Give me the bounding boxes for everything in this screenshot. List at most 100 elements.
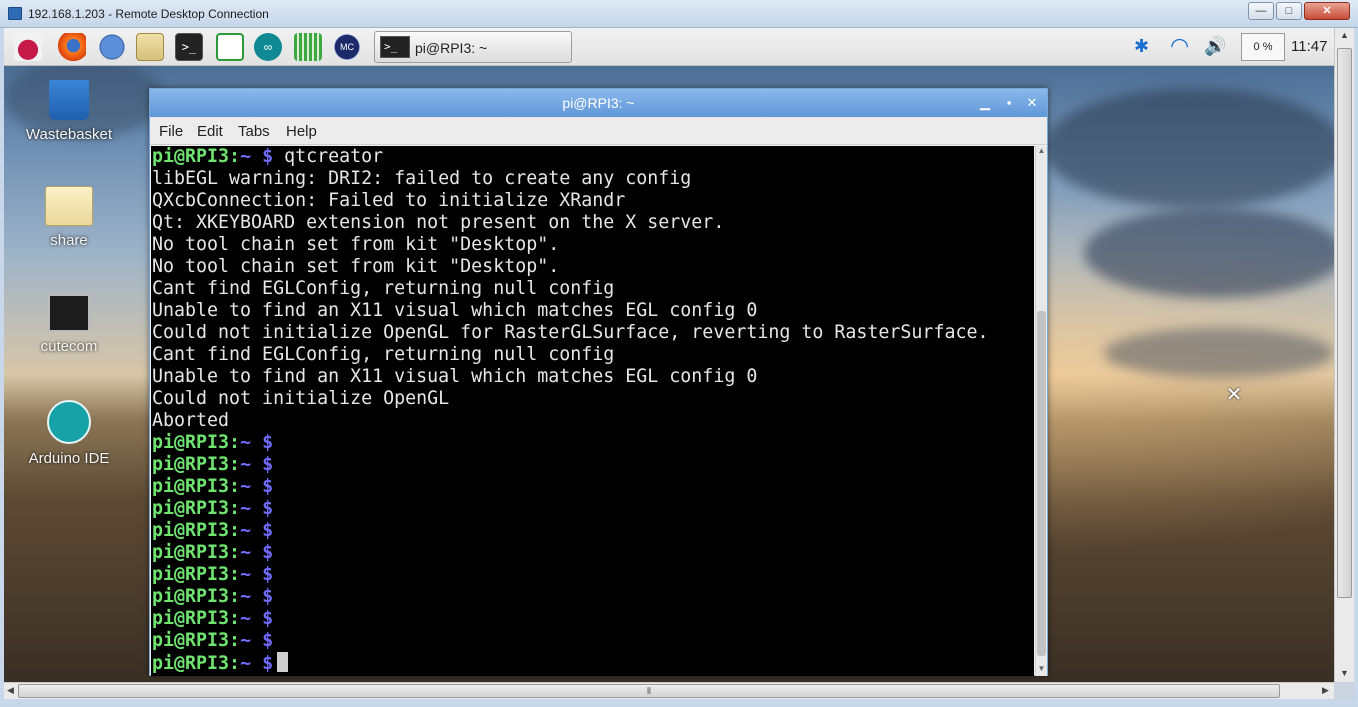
terminal-icon: >_ bbox=[380, 36, 410, 58]
prompt-path: ~ $ bbox=[240, 146, 274, 167]
desktop-icon-wastebasket[interactable]: Wastebasket bbox=[14, 80, 124, 143]
rdp-frame bbox=[0, 28, 4, 699]
terminal-output-line: Qt: XKEYBOARD extension not present on t… bbox=[152, 212, 725, 233]
rdp-minimize-button[interactable]: — bbox=[1248, 2, 1274, 20]
scroll-up-icon[interactable]: ▲ bbox=[1340, 30, 1349, 40]
prompt-user: pi@RPI3 bbox=[152, 653, 230, 674]
prompt-user: pi@RPI3 bbox=[152, 432, 230, 453]
terminal-prompt-line: pi@RPI3:~ $ bbox=[152, 630, 1034, 652]
terminal-output-line: No tool chain set from kit "Desktop". bbox=[152, 234, 560, 255]
terminal-prompt-line: pi@RPI3:~ $ bbox=[152, 454, 1034, 476]
desktop-icon-label: Arduino IDE bbox=[28, 450, 110, 467]
taskbar-task-terminal[interactable]: >_ pi@RPI3: ~ bbox=[374, 31, 572, 63]
prompt-path: ~ $ bbox=[240, 564, 274, 585]
terminal-output-line: Aborted bbox=[152, 410, 230, 431]
terminal-prompt-line: pi@RPI3:~ $ bbox=[152, 432, 1034, 454]
prompt-user: pi@RPI3 bbox=[152, 454, 230, 475]
rdp-titlebar: 192.168.1.203 - Remote Desktop Connectio… bbox=[0, 0, 1358, 28]
rdp-maximize-button[interactable]: □ bbox=[1276, 2, 1302, 20]
web-browser-icon[interactable] bbox=[98, 33, 126, 61]
scroll-right-icon[interactable]: ▶ bbox=[1322, 685, 1329, 696]
terminal-minimize-button[interactable]: ▁ bbox=[976, 94, 994, 112]
rdp-close-button[interactable]: ✕ bbox=[1304, 2, 1350, 20]
prompt-path: ~ $ bbox=[240, 454, 274, 475]
scroll-up-icon[interactable]: ▲ bbox=[1036, 146, 1047, 158]
prompt-separator: : bbox=[229, 608, 241, 629]
terminal-output-line: Could not initialize OpenGL bbox=[152, 388, 450, 409]
task-label: pi@RPI3: ~ bbox=[415, 40, 488, 56]
spreadsheet-icon[interactable] bbox=[216, 33, 244, 61]
desktop-icon-share[interactable]: share bbox=[14, 186, 124, 249]
raspberry-menu-icon[interactable] bbox=[14, 33, 42, 61]
arduino-icon[interactable]: ∞ bbox=[254, 33, 282, 61]
mc-icon[interactable]: MC bbox=[333, 33, 361, 61]
prompt-user: pi@RPI3 bbox=[152, 542, 230, 563]
prompt-user: pi@RPI3 bbox=[152, 146, 230, 167]
prompt-path: ~ $ bbox=[240, 520, 274, 541]
wifi-icon[interactable]: ◠ bbox=[1170, 34, 1189, 58]
scroll-down-icon[interactable]: ▼ bbox=[1036, 664, 1047, 676]
terminal-close-button[interactable]: ✕ bbox=[1023, 94, 1041, 112]
file-manager-icon[interactable] bbox=[136, 33, 164, 61]
mouse-cursor-icon: ✕ bbox=[1225, 384, 1243, 406]
equalizer-icon[interactable] bbox=[294, 33, 322, 61]
terminal-titlebar[interactable]: pi@RPI3: ~ ▁ ▪ ✕ bbox=[150, 89, 1047, 117]
desktop-icon-label: share bbox=[50, 232, 88, 249]
menu-edit[interactable]: Edit bbox=[197, 123, 223, 140]
prompt-separator: : bbox=[229, 498, 241, 519]
terminal-output-line: libEGL warning: DRI2: failed to create a… bbox=[152, 168, 692, 189]
prompt-path: ~ $ bbox=[240, 653, 274, 674]
prompt-user: pi@RPI3 bbox=[152, 586, 230, 607]
volume-icon[interactable]: 🔊 bbox=[1204, 34, 1226, 58]
prompt-command: qtcreator bbox=[273, 146, 384, 167]
terminal-output-line: QXcbConnection: Failed to initialize XRa… bbox=[152, 190, 626, 211]
terminal-prompt-line: pi@RPI3:~ $ bbox=[152, 586, 1034, 608]
terminal-prompt-line: pi@RPI3:~ $ bbox=[152, 498, 1034, 520]
terminal-scrollbar[interactable]: ▲ ▼ bbox=[1035, 146, 1047, 676]
terminal-icon[interactable]: >_ bbox=[175, 33, 203, 61]
terminal-output[interactable]: pi@RPI3:~ $ qtcreator libEGL warning: DRI… bbox=[151, 146, 1034, 676]
firefox-icon[interactable] bbox=[58, 33, 86, 61]
prompt-user: pi@RPI3 bbox=[152, 498, 230, 519]
prompt-separator: : bbox=[229, 542, 241, 563]
prompt-user: pi@RPI3 bbox=[152, 608, 230, 629]
terminal-maximize-button[interactable]: ▪ bbox=[1000, 94, 1018, 112]
desktop-icon-cutecom[interactable]: cutecom bbox=[14, 294, 124, 355]
rdp-vertical-scrollbar[interactable]: ▲ ▼ bbox=[1334, 28, 1354, 682]
prompt-user: pi@RPI3 bbox=[152, 564, 230, 585]
desktop-icon-arduino-ide[interactable]: Arduino IDE bbox=[14, 400, 124, 467]
scroll-left-icon[interactable]: ◀ bbox=[7, 685, 14, 696]
folder-icon bbox=[45, 186, 93, 226]
terminal-scrollbar-thumb[interactable] bbox=[1037, 311, 1046, 656]
prompt-separator: : bbox=[229, 564, 241, 585]
rdp-horizontal-scrollbar-thumb[interactable]: ⦀ bbox=[18, 684, 1280, 698]
rdp-frame bbox=[0, 699, 1358, 707]
menu-file[interactable]: File bbox=[159, 123, 183, 140]
wastebasket-icon bbox=[49, 80, 89, 120]
terminal-prompt-line: pi@RPI3:~ $ bbox=[152, 542, 1034, 564]
bluetooth-icon[interactable]: ✱ bbox=[1134, 34, 1149, 58]
menu-tabs[interactable]: Tabs bbox=[238, 123, 270, 140]
prompt-user: pi@RPI3 bbox=[152, 630, 230, 651]
prompt-separator: : bbox=[229, 476, 241, 497]
arduino-icon bbox=[47, 400, 91, 444]
prompt-path: ~ $ bbox=[240, 586, 274, 607]
terminal-output-line: Cant find EGLConfig, returning null conf… bbox=[152, 278, 615, 299]
prompt-path: ~ $ bbox=[240, 476, 274, 497]
menu-help[interactable]: Help bbox=[286, 123, 317, 140]
text-cursor bbox=[277, 652, 289, 672]
prompt-separator: : bbox=[229, 432, 241, 453]
prompt-path: ~ $ bbox=[240, 498, 274, 519]
clock[interactable]: 11:47 bbox=[1291, 38, 1327, 55]
terminal-prompt-line: pi@RPI3:~ $ bbox=[152, 652, 1034, 674]
terminal-prompt-line: pi@RPI3:~ $ bbox=[152, 564, 1034, 586]
scroll-down-icon[interactable]: ▼ bbox=[1340, 668, 1349, 678]
terminal-prompt-line: pi@RPI3:~ $ bbox=[152, 608, 1034, 630]
terminal-icon bbox=[48, 294, 90, 332]
desktop-icon-label: Wastebasket bbox=[25, 126, 113, 143]
terminal-title: pi@RPI3: ~ bbox=[562, 95, 635, 111]
rdp-app-icon bbox=[8, 7, 22, 20]
rdp-horizontal-scrollbar[interactable]: ◀ ⦀ ▶ bbox=[4, 682, 1334, 699]
rdp-vertical-scrollbar-thumb[interactable] bbox=[1337, 48, 1352, 598]
taskbar: >_ ∞ MC >_ pi@RPI3: ~ ✱ ◠ 🔊 0 % 11:47 bbox=[4, 28, 1334, 66]
